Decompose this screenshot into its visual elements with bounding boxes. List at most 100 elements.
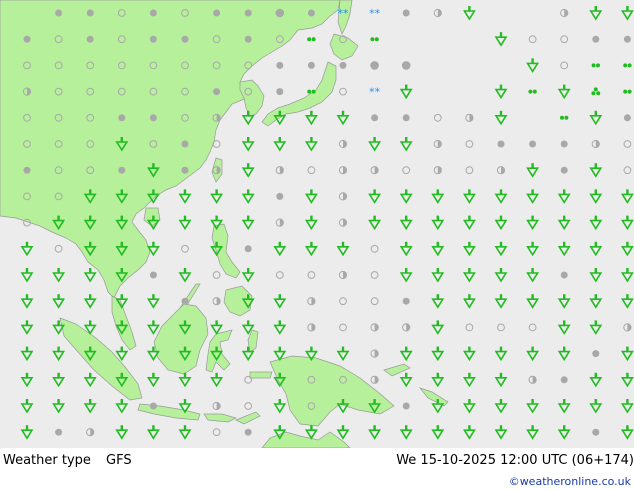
clear-icon — [560, 35, 569, 44]
clear-icon — [528, 35, 537, 44]
overcast-icon — [370, 61, 379, 70]
clear-icon — [465, 323, 474, 332]
rain-shower-icon — [589, 163, 603, 178]
cloudy-icon — [244, 428, 252, 436]
rain-shower-icon — [178, 372, 192, 388]
rain-shower-icon — [494, 241, 508, 257]
rain-shower-icon — [620, 294, 634, 309]
rain-shower-icon — [368, 137, 382, 152]
partly-cloudy-icon — [86, 428, 95, 437]
rain-shower-icon — [620, 372, 634, 388]
partly-cloudy-icon — [496, 166, 506, 175]
partly-cloudy-icon — [338, 270, 348, 280]
drizzle-icon — [307, 37, 316, 42]
new-guinea-island — [269, 355, 395, 427]
partly-cloudy-icon — [370, 166, 379, 175]
rain-shower-icon — [146, 372, 160, 388]
rain-shower-icon — [494, 32, 508, 47]
drizzle-icon — [560, 115, 569, 120]
rain-shower-icon — [494, 110, 508, 126]
svg-text:**: ** — [369, 7, 381, 20]
rain-shower-icon — [526, 346, 540, 362]
partly-cloudy-icon — [338, 139, 348, 149]
cloudy-icon — [181, 297, 189, 305]
rain-shower-icon — [146, 425, 160, 440]
rain-shower-icon — [557, 425, 571, 440]
clear-icon — [370, 244, 379, 253]
snow-icon: ** — [369, 86, 381, 99]
partly-cloudy-icon — [212, 401, 221, 411]
overcast-icon — [401, 61, 411, 70]
rain-shower-icon — [462, 189, 476, 204]
rain-shower-icon — [462, 215, 476, 231]
site-credit-link[interactable]: ©weatheronline.co.uk — [509, 475, 631, 488]
cloudy-icon — [529, 140, 537, 148]
rain-shower-icon — [336, 425, 350, 440]
rain-shower-icon — [304, 215, 318, 231]
cloudy-icon — [339, 61, 347, 69]
mindanao-island — [223, 285, 253, 317]
rain-shower-icon — [526, 268, 540, 283]
rain-shower-icon — [431, 320, 445, 335]
rain-shower-icon — [526, 215, 540, 231]
rain-shower-icon — [399, 425, 413, 440]
rain-shower-icon — [146, 320, 160, 335]
rain-shower-icon — [20, 294, 34, 309]
java-island — [137, 403, 201, 421]
partly-cloudy-icon — [528, 375, 537, 384]
product-label: Weather type — [3, 453, 91, 468]
japan-main-islands — [261, 61, 337, 127]
rain-shower-icon — [526, 425, 540, 440]
cloudy-icon — [276, 61, 284, 69]
rain-shower-icon — [589, 241, 603, 257]
timor-island — [235, 411, 261, 425]
clear-icon — [275, 271, 284, 279]
rain-shower-icon — [462, 372, 476, 388]
clear-icon — [528, 323, 537, 332]
svg-text:**: ** — [369, 86, 381, 99]
rain-shower-icon — [178, 215, 192, 231]
rain-shower-icon — [52, 346, 66, 362]
rain-shower-icon — [52, 372, 66, 388]
rain-shower-icon — [83, 399, 97, 414]
cloudy-icon — [213, 88, 221, 96]
rain-shower-icon — [399, 215, 413, 231]
rain-shower-icon — [462, 241, 476, 257]
rain-shower-icon — [52, 268, 66, 283]
rain-shower-icon — [368, 215, 382, 231]
rain-shower-icon — [20, 372, 34, 388]
cloudy-icon — [276, 192, 284, 200]
rain-shower-icon — [336, 346, 350, 362]
rain-shower-icon — [557, 320, 571, 335]
rain-shower-icon — [115, 425, 129, 440]
clear-icon — [623, 166, 632, 175]
rain-shower-icon — [115, 399, 129, 414]
partly-cloudy-icon — [307, 323, 316, 332]
cloudy-icon — [623, 35, 631, 43]
cloudy-icon — [371, 114, 379, 122]
drizzle-icon — [528, 89, 537, 94]
partly-cloudy-icon — [338, 166, 348, 175]
luzon-island — [211, 223, 241, 279]
cloudy-icon — [23, 35, 31, 43]
drizzle-icon — [591, 63, 600, 68]
rain-shower-icon — [620, 241, 634, 257]
drizzle-icon — [370, 37, 379, 42]
rain-shower-icon — [146, 294, 160, 309]
rain-shower-icon — [620, 346, 634, 362]
rain-shower-icon — [494, 294, 508, 309]
rain-shower-icon — [115, 346, 129, 362]
rain-shower-icon — [589, 6, 603, 21]
cloudy-icon — [86, 35, 94, 43]
cloudy-icon — [244, 9, 252, 17]
cloudy-icon — [149, 114, 157, 122]
clear-icon — [465, 140, 474, 148]
drizzle-icon — [623, 89, 632, 94]
rain-shower-icon — [304, 425, 318, 440]
clear-icon — [402, 166, 411, 175]
rain-shower-icon — [557, 294, 571, 309]
partly-cloudy-icon — [275, 218, 284, 227]
rain-shower-icon — [83, 294, 97, 309]
partly-cloudy-icon — [275, 166, 284, 175]
rain-shower-icon — [431, 294, 445, 309]
